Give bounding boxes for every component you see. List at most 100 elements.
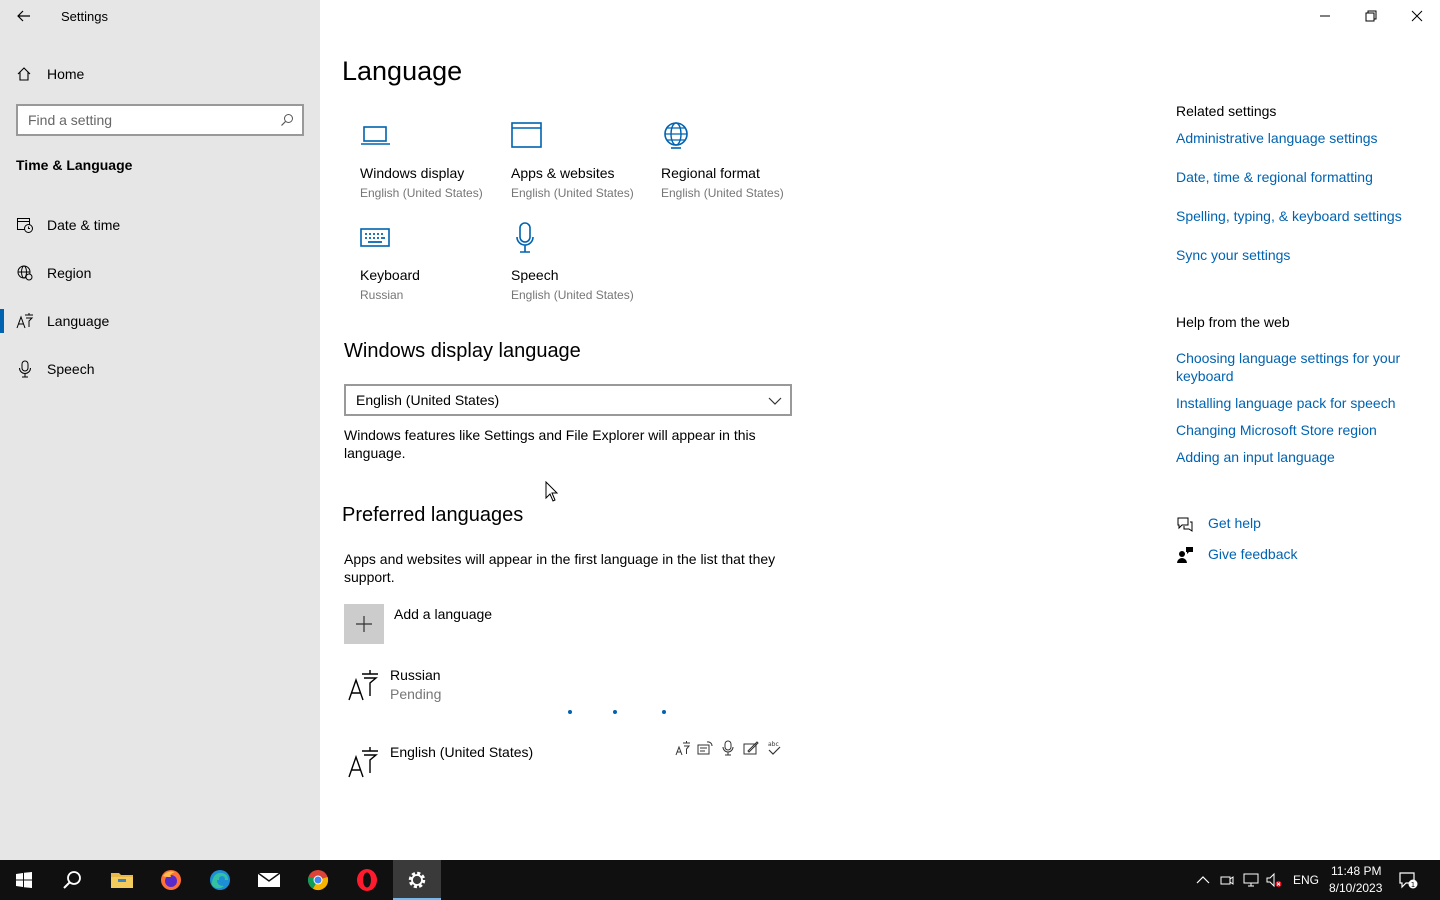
taskbar-chrome[interactable]	[294, 860, 342, 900]
chrome-icon	[307, 870, 329, 891]
back-button[interactable]	[12, 4, 36, 28]
language-icon	[348, 670, 378, 701]
progress-dot	[568, 710, 572, 714]
volume-muted-icon[interactable]	[1266, 872, 1282, 888]
link-sync-settings[interactable]: Sync your settings	[1176, 246, 1290, 264]
close-button[interactable]	[1394, 0, 1440, 32]
clock-time[interactable]: 11:48 PM	[1331, 864, 1381, 878]
tile-subtitle: Russian	[360, 288, 404, 302]
page-title: Language	[342, 56, 463, 86]
chevron-down-icon	[768, 397, 782, 405]
tile-subtitle: English (United States)	[360, 186, 483, 200]
search-input[interactable]	[18, 106, 268, 134]
tile-speech[interactable]: Speech English (United States)	[511, 222, 651, 314]
chevron-up-icon[interactable]	[1195, 872, 1211, 888]
language-name: English (United States)	[390, 744, 534, 760]
clock-date[interactable]: 8/10/2023	[1329, 881, 1382, 895]
sidebar: Settings Home Time & Language Date & tim…	[0, 0, 320, 860]
sidebar-item-date-time[interactable]: Date & time	[0, 205, 320, 245]
text-to-speech-icon	[697, 741, 713, 755]
home-nav-item[interactable]: Home	[16, 63, 84, 85]
taskbar-opera[interactable]	[343, 860, 391, 900]
window-icon	[511, 122, 542, 148]
taskbar: ENG 11:48 PM 8/10/2023 1	[0, 860, 1440, 900]
restore-button[interactable]	[1348, 0, 1394, 32]
notification-center-button[interactable]: 1	[1388, 860, 1428, 900]
tile-subtitle: English (United States)	[511, 186, 634, 200]
taskbar-file-explorer[interactable]	[98, 860, 146, 900]
input-language-indicator[interactable]: ENG	[1293, 873, 1319, 887]
sidebar-item-speech[interactable]: Speech	[0, 349, 320, 389]
give-feedback-label: Give feedback	[1208, 546, 1298, 562]
svg-text:abc: abc	[768, 741, 779, 748]
taskbar-search-button[interactable]	[48, 860, 96, 900]
language-icon	[16, 313, 34, 329]
help-link-store-region[interactable]: Changing Microsoft Store region	[1176, 421, 1377, 439]
calendar-clock-icon	[17, 218, 33, 233]
progress-dot	[613, 710, 617, 714]
help-link-language-pack-speech[interactable]: Installing language pack for speech	[1176, 394, 1395, 412]
search-box[interactable]	[16, 104, 304, 136]
chat-help-icon	[1177, 517, 1193, 532]
tile-name: Windows display	[360, 165, 465, 181]
tile-regional-format[interactable]: Regional format English (United States)	[661, 120, 801, 212]
sidebar-item-language[interactable]: Language	[0, 301, 320, 341]
close-icon	[1411, 10, 1423, 22]
settings-icon	[408, 871, 426, 889]
minimize-button[interactable]	[1302, 0, 1348, 32]
keyboard-icon	[360, 228, 390, 247]
display-language-description: Windows features like Settings and File …	[344, 427, 756, 461]
opera-icon	[357, 869, 377, 891]
dropdown-value: English (United States)	[356, 392, 500, 408]
section-title: Time & Language	[16, 157, 133, 173]
taskbar-mail[interactable]	[245, 860, 293, 900]
network-icon[interactable]	[1243, 872, 1259, 888]
globe-icon	[17, 265, 33, 281]
window-title: Settings	[61, 9, 108, 24]
sidebar-item-region[interactable]: Region	[0, 253, 320, 293]
tile-apps-websites[interactable]: Apps & websites English (United States)	[511, 120, 651, 212]
display-language-dropdown[interactable]: English (United States)	[344, 384, 792, 416]
tile-windows-display[interactable]: Windows display English (United States)	[360, 120, 500, 212]
add-language-label: Add a language	[394, 606, 493, 622]
link-date-time-formatting[interactable]: Date, time & regional formatting	[1176, 168, 1373, 186]
tile-keyboard[interactable]: Keyboard Russian	[360, 222, 500, 314]
edge-icon	[210, 870, 230, 890]
search-icon[interactable]	[280, 113, 294, 127]
link-spelling-typing-keyboard[interactable]: Spelling, typing, & keyboard settings	[1176, 207, 1402, 225]
preferred-languages-description: Apps and websites will appear in the fir…	[344, 551, 776, 585]
add-language-button[interactable]: Add a language	[344, 604, 492, 644]
file-explorer-icon	[111, 873, 133, 888]
tile-name: Keyboard	[360, 267, 420, 283]
firefox-icon	[161, 870, 181, 890]
link-administrative-language[interactable]: Administrative language settings	[1176, 129, 1378, 147]
notification-icon: 1	[1399, 872, 1418, 889]
preferred-languages-heading: Preferred languages	[342, 504, 524, 526]
globe-format-icon	[664, 122, 688, 149]
language-name: Russian	[390, 667, 441, 683]
speech-recognition-icon	[722, 740, 734, 756]
taskbar-firefox[interactable]	[147, 860, 195, 900]
taskbar-settings[interactable]	[393, 860, 441, 900]
help-link-keyboard-settings[interactable]: Choosing language settings for your keyb…	[1176, 349, 1416, 385]
feedback-icon	[1177, 547, 1193, 563]
tile-name: Apps & websites	[511, 165, 615, 181]
language-status: Pending	[390, 686, 442, 702]
start-button[interactable]	[0, 860, 48, 900]
meet-now-icon[interactable]	[1219, 872, 1235, 888]
get-help-label: Get help	[1208, 515, 1261, 531]
display-language-heading: Windows display language	[344, 340, 581, 362]
home-icon	[17, 67, 31, 81]
related-settings-heading: Related settings	[1176, 103, 1277, 119]
tile-name: Regional format	[661, 165, 760, 181]
spellcheck-icon: abc	[768, 741, 781, 755]
back-arrow-icon	[17, 10, 30, 22]
taskbar-edge[interactable]	[196, 860, 244, 900]
help-link-input-language[interactable]: Adding an input language	[1176, 448, 1335, 466]
plus-icon	[356, 616, 372, 632]
mail-icon	[257, 872, 281, 887]
tile-name: Speech	[511, 267, 559, 283]
progress-dot	[662, 710, 666, 714]
start-icon	[16, 872, 32, 888]
sidebar-item-label: Date & time	[47, 217, 121, 233]
